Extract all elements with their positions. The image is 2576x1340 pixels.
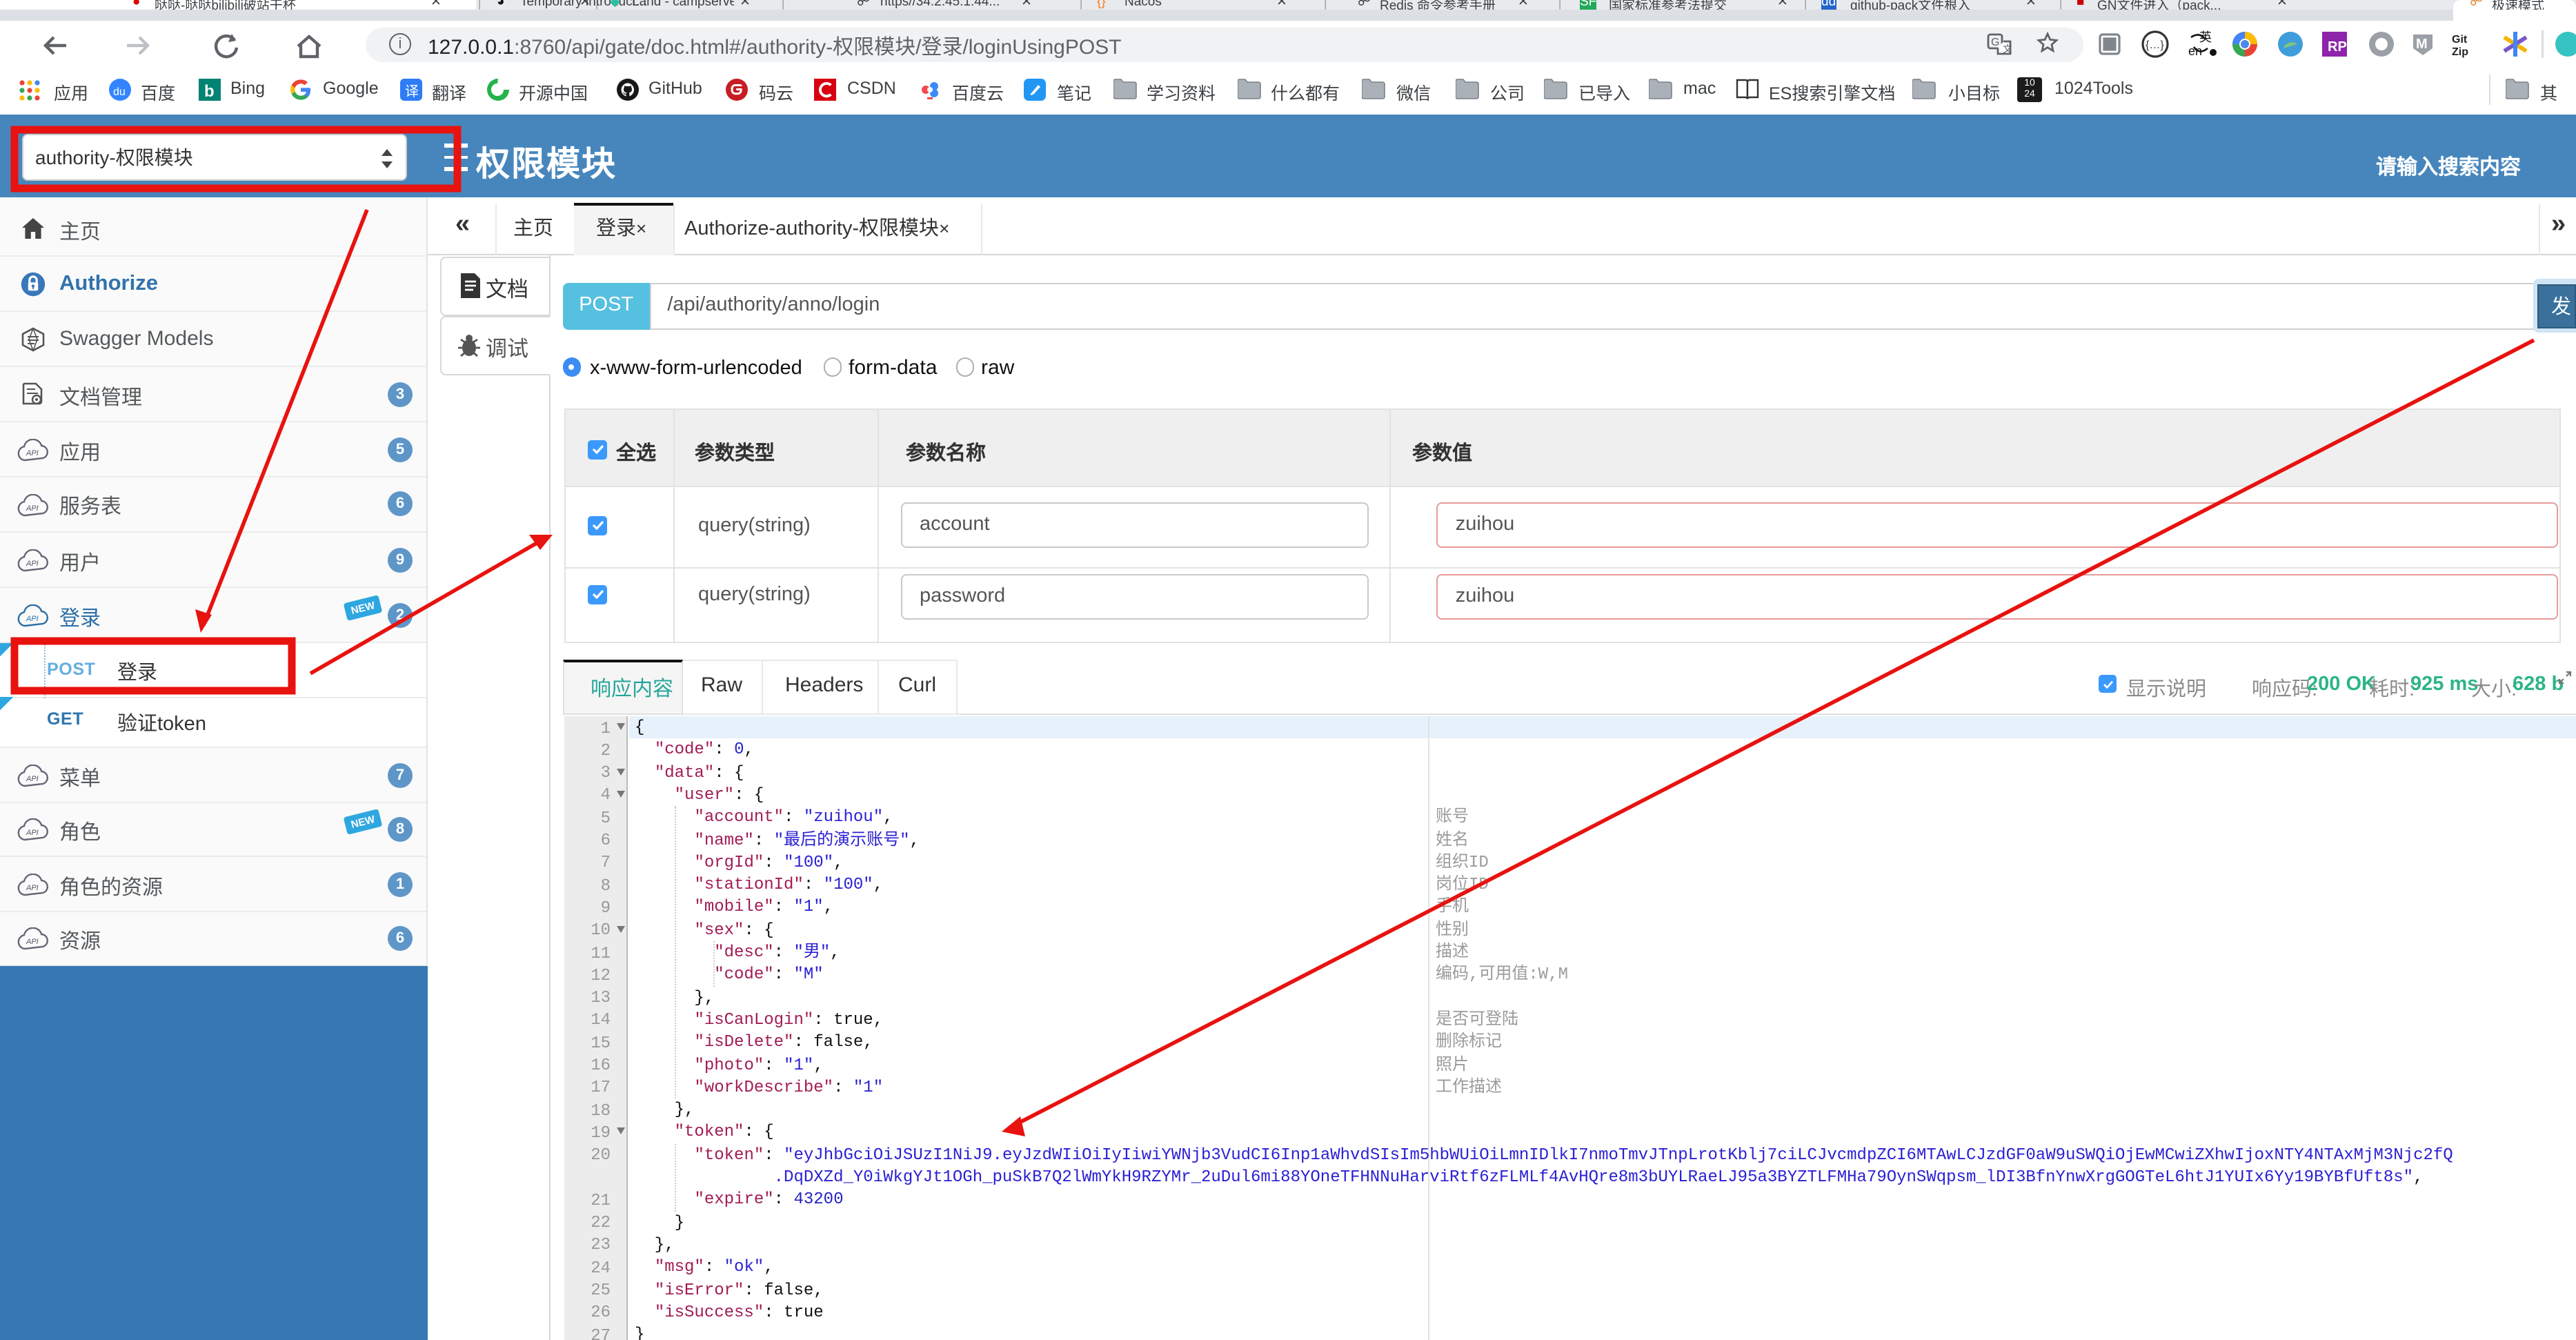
svg-text:G: G	[1991, 36, 1999, 48]
svg-text:API: API	[26, 449, 39, 457]
svg-text:Git: Git	[2452, 33, 2468, 45]
svg-text:API: API	[26, 559, 39, 567]
svg-text:API: API	[26, 828, 39, 836]
svg-text:API: API	[26, 614, 39, 622]
svg-text:API: API	[26, 883, 39, 891]
svg-text:文: 文	[2003, 43, 2012, 54]
svg-text:M: M	[2416, 36, 2428, 51]
svg-text:du: du	[113, 86, 126, 98]
svg-text:Zip: Zip	[2452, 46, 2468, 57]
svg-text:{…}: {…}	[2146, 39, 2164, 50]
svg-text:RP: RP	[2328, 39, 2347, 54]
svg-text:API: API	[26, 504, 39, 512]
svg-text:英: 英	[2199, 30, 2212, 43]
svg-text:b: b	[204, 82, 215, 101]
svg-text:译: 译	[405, 83, 419, 99]
svg-text:API: API	[26, 774, 39, 782]
svg-text:API: API	[26, 937, 39, 945]
